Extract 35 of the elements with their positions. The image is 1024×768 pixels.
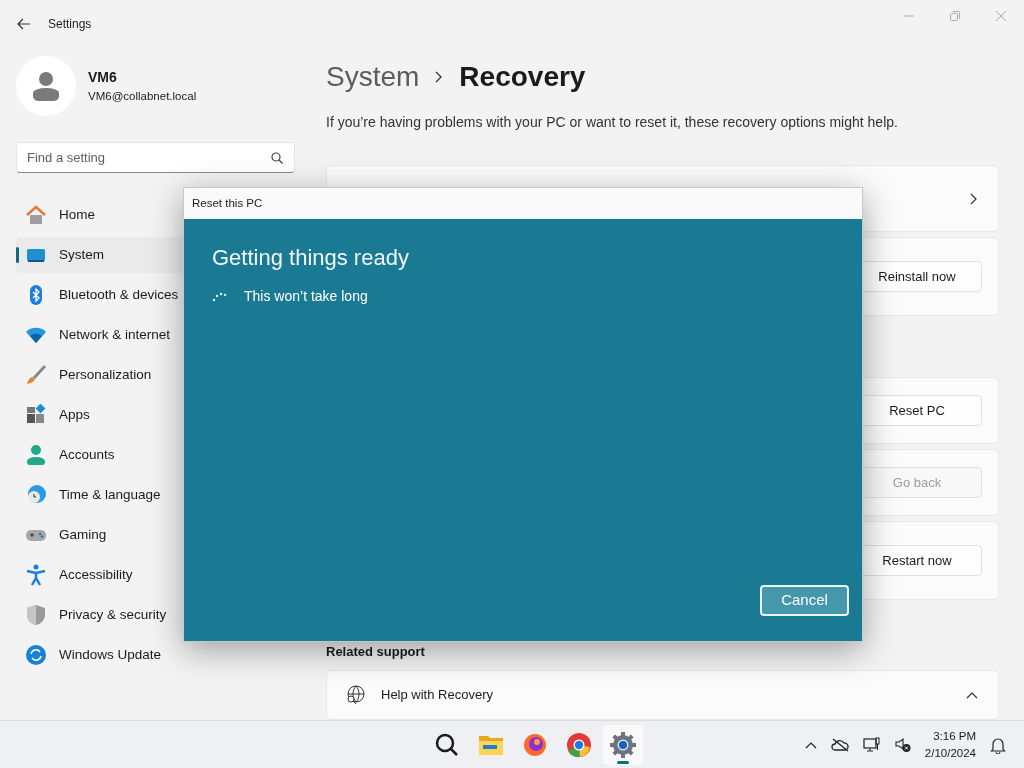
time-icon — [25, 484, 47, 506]
active-indicator — [617, 760, 629, 764]
back-icon[interactable] — [16, 16, 32, 32]
spinner-icon — [212, 291, 228, 302]
personalization-icon — [25, 364, 47, 386]
page-description: If you’re having problems with your PC or want to reset it, these recovery options might help. — [326, 113, 899, 132]
help-item[interactable]: Help with Recovery — [326, 669, 999, 720]
chevron-up-icon[interactable] — [804, 740, 817, 749]
network-icon[interactable] — [862, 736, 881, 753]
clock[interactable]: 3:16 PM 2/10/2024 — [924, 728, 976, 761]
section-heading: Related support — [326, 643, 426, 661]
dialog-title: Reset this PC — [184, 188, 862, 219]
bell-icon[interactable] — [990, 735, 1006, 754]
search-icon — [271, 152, 283, 164]
home-icon — [25, 204, 47, 226]
chevron-up-icon — [966, 690, 978, 699]
accounts-icon — [25, 444, 47, 466]
cloud-off-icon[interactable] — [830, 737, 849, 752]
chevron-right-icon — [435, 71, 444, 83]
page-title: Recovery — [459, 60, 586, 94]
breadcrumb-link[interactable]: System — [326, 56, 420, 98]
window-title: Settings — [48, 16, 92, 33]
sidebar-item[interactable]: Windows Update — [16, 637, 296, 673]
search-field[interactable]: Find a setting — [16, 142, 295, 173]
update-icon — [25, 644, 47, 666]
globe-search-icon — [345, 684, 365, 705]
chevron-right-icon — [970, 192, 978, 205]
user-name: VM6 — [88, 67, 118, 87]
accessibility-icon — [25, 564, 47, 586]
volume-muted-icon[interactable] — [894, 736, 911, 753]
status-text: This won’t take long — [244, 287, 368, 306]
privacy-icon — [25, 604, 47, 626]
user-email: VM6@collabnet.local — [88, 88, 197, 104]
person-icon — [32, 71, 60, 101]
apps-icon — [25, 404, 47, 426]
